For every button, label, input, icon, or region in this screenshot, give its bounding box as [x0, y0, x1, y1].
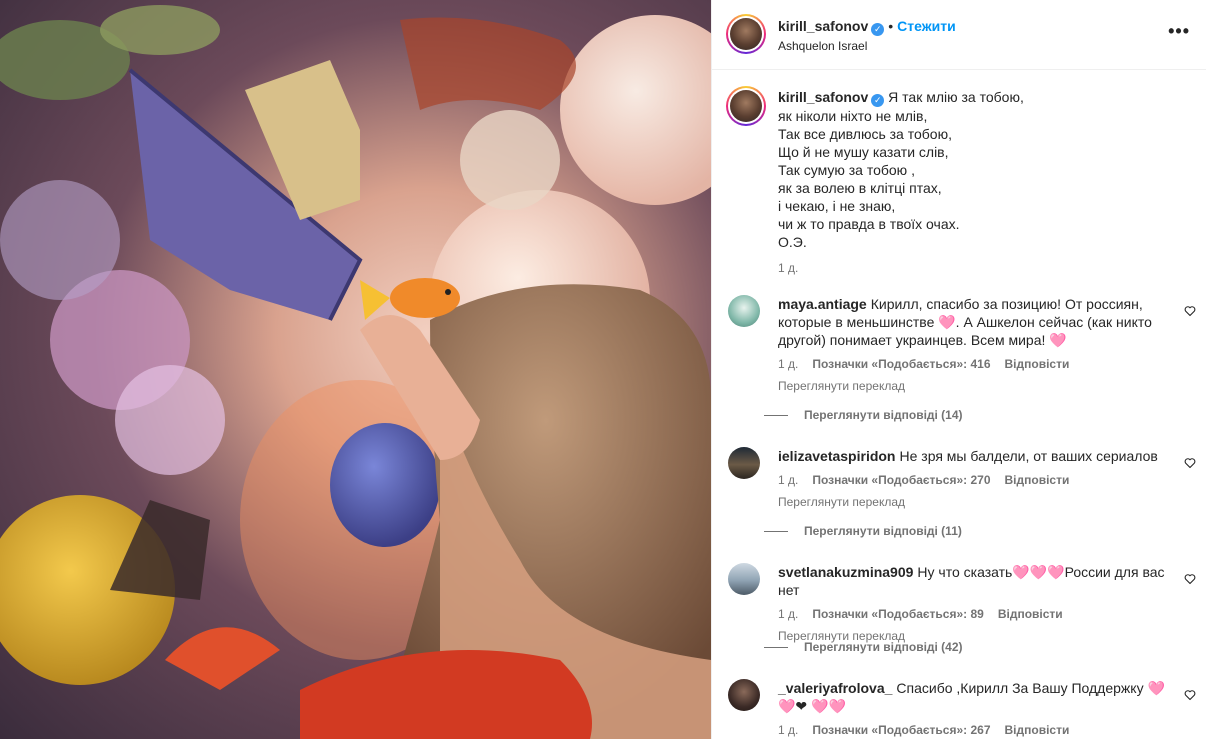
comment-likes[interactable]: Позначки «Подобається»: 416 [812, 357, 990, 371]
commenter-username[interactable]: _valeriyafrolova_ [778, 680, 892, 696]
like-heart-icon[interactable] [1184, 689, 1196, 701]
comment-likes[interactable]: Позначки «Подобається»: 270 [812, 473, 990, 487]
caption-line: як ніколи ніхто не млів, [778, 108, 928, 124]
view-replies-button[interactable]: Переглянути відповіді (42) [764, 640, 963, 654]
comment-body: svetlanakuzmina909 Ну что сказать🩷🩷🩷Росси… [778, 563, 1173, 645]
like-heart-icon[interactable] [1184, 573, 1196, 585]
view-replies-button[interactable]: Переглянути відповіді (11) [764, 524, 962, 538]
comment-time[interactable]: 1 д. [778, 357, 798, 371]
reply-button[interactable]: Відповісти [1005, 357, 1070, 371]
caption-line: Так все дивлюсь за тобою, [778, 126, 952, 142]
caption-timestamp[interactable]: 1 д. [778, 259, 1188, 277]
caption-line: О.Э. [778, 234, 807, 250]
comment-meta: 1 д. Позначки «Подобається»: 416 Відповіст… [778, 355, 1173, 373]
view-replies-button[interactable]: Переглянути відповіді (14) [764, 408, 963, 422]
caption-line: kirill_safonov ✓ Я так млію за тобою, [778, 89, 1024, 107]
caption-author-avatar[interactable] [726, 86, 766, 126]
comment-likes[interactable]: Позначки «Подобається»: 89 [812, 607, 983, 621]
commenter-avatar[interactable] [728, 447, 760, 479]
more-options-icon[interactable]: ••• [1168, 22, 1190, 40]
comment-time[interactable]: 1 д. [778, 473, 798, 487]
post-details-panel: kirill_safonov ✓ • Стежити Ashquelon Israel… [711, 0, 1206, 739]
comment-time[interactable]: 1 д. [778, 607, 798, 621]
comment-time[interactable]: 1 д. [778, 723, 798, 737]
like-heart-icon[interactable] [1184, 457, 1196, 469]
post-photo[interactable] [0, 0, 711, 739]
caption-line: Так сумую за тобою , [778, 162, 915, 178]
caption-line: Що й не мушу казати слів, [778, 144, 949, 160]
reply-button[interactable]: Відповісти [1005, 723, 1070, 737]
follow-button[interactable]: Стежити [897, 18, 956, 34]
author-username[interactable]: kirill_safonov [778, 18, 868, 34]
comment-body: maya.antiage Кирилл, спасибо за позицию! … [778, 295, 1173, 395]
author-line: kirill_safonov ✓ • Стежити [778, 18, 956, 36]
verified-icon: ✓ [871, 94, 885, 107]
verified-icon: ✓ [871, 23, 885, 36]
comment-text: Не зря мы балдели, от ваших сериалов [899, 448, 1158, 464]
commenter-username[interactable]: maya.antiage [778, 296, 867, 312]
comment-meta: 1 д. Позначки «Подобається»: 270 Відповіст… [778, 471, 1173, 489]
dot-separator: • [888, 18, 894, 34]
reply-button[interactable]: Відповісти [998, 607, 1063, 621]
comment-body: _valeriyafrolova_ Спасибо ,Кирилл За Вашу… [778, 679, 1173, 739]
commenter-username[interactable]: svetlanakuzmina909 [778, 564, 913, 580]
comment-meta: 1 д. Позначки «Подобається»: 267 Відповіст… [778, 721, 1173, 739]
post-header: kirill_safonov ✓ • Стежити Ashquelon Israel… [712, 0, 1206, 70]
caption-line: як за волею в клітці птах, [778, 180, 942, 196]
see-translation-link[interactable]: Переглянути переклад [778, 377, 1173, 395]
reply-button[interactable]: Відповісти [1005, 473, 1070, 487]
commenter-avatar[interactable] [728, 679, 760, 711]
caption-body: kirill_safonov ✓ Я так млію за тобою, як … [778, 88, 1188, 277]
photo-illustration [0, 5, 711, 739]
caption-line: чи ж то правда в твоїх очах. [778, 216, 960, 232]
commenter-username[interactable]: ielizavetaspiridon [778, 448, 895, 464]
caption-username[interactable]: kirill_safonov [778, 89, 868, 105]
comment-meta: 1 д. Позначки «Подобається»: 89 Відповісти [778, 605, 1173, 623]
commenter-avatar[interactable] [728, 563, 760, 595]
author-avatar[interactable] [726, 14, 766, 54]
comment-body: ielizavetaspiridon Не зря мы балдели, от … [778, 447, 1173, 511]
see-translation-link[interactable]: Переглянути переклад [778, 493, 1173, 511]
like-heart-icon[interactable] [1184, 305, 1196, 317]
comment-likes[interactable]: Позначки «Подобається»: 267 [812, 723, 990, 737]
caption-line: і чекаю, і не знаю, [778, 198, 896, 214]
commenter-avatar[interactable] [728, 295, 760, 327]
post-location[interactable]: Ashquelon Israel [778, 39, 867, 53]
